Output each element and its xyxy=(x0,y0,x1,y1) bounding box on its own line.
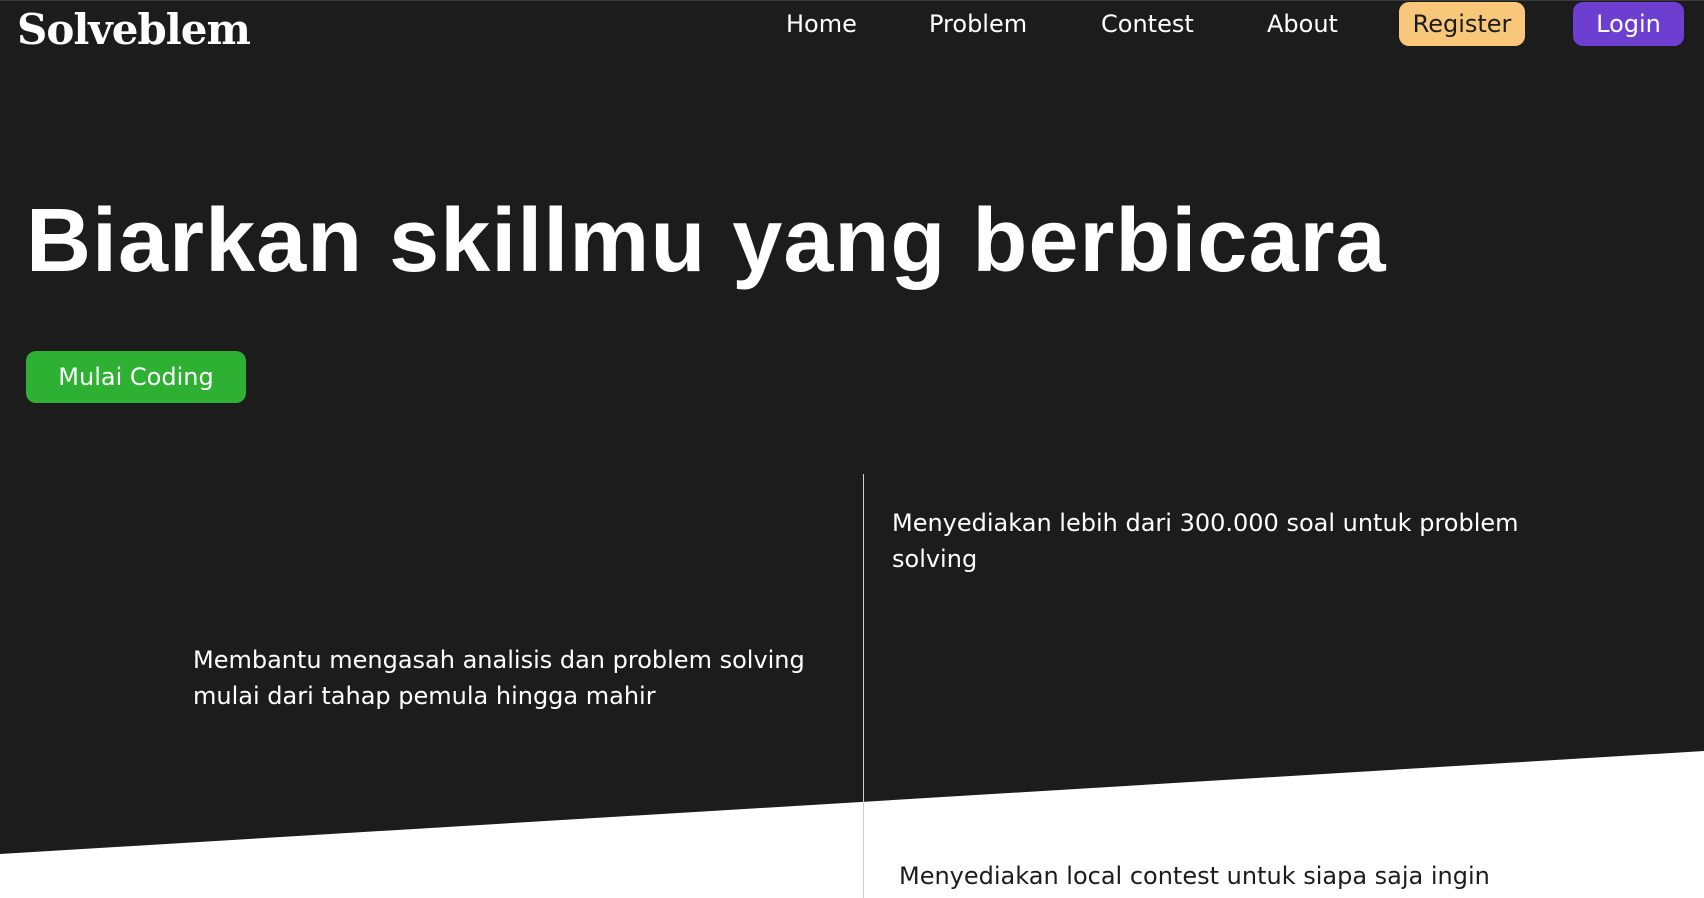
features-divider xyxy=(863,474,864,898)
feature-problem-count: Menyediakan lebih dari 300.000 soal untu… xyxy=(892,509,1519,573)
top-border xyxy=(0,0,1704,1)
page: Solveblem Home Problem Contest About Reg… xyxy=(0,0,1704,898)
logo[interactable]: Solveblem xyxy=(17,4,251,56)
register-button[interactable]: Register xyxy=(1399,2,1525,46)
nav-home-link[interactable]: Home xyxy=(786,8,857,40)
hero-title: Biarkan skillmu yang berbicara xyxy=(26,191,1387,291)
nav-problem-link[interactable]: Problem xyxy=(929,8,1027,40)
nav-contest-link[interactable]: Contest xyxy=(1101,8,1194,40)
login-button[interactable]: Login xyxy=(1573,2,1684,46)
nav-about-link[interactable]: About xyxy=(1267,8,1338,40)
feature-skill-training: Membantu mengasah analisis dan problem s… xyxy=(193,646,805,710)
hero-background xyxy=(0,0,1704,854)
start-coding-button[interactable]: Mulai Coding xyxy=(26,351,246,403)
feature-local-contest: Menyediakan local contest untuk siapa sa… xyxy=(899,862,1490,890)
